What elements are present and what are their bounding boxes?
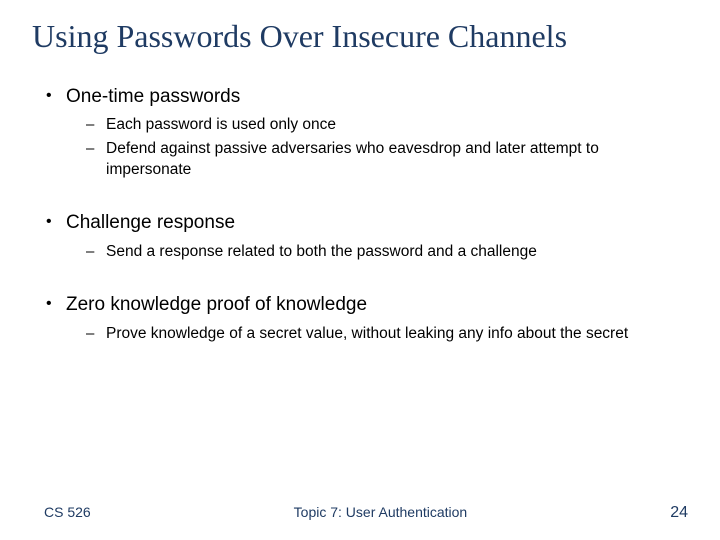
- sub-text: Each password is used only once: [106, 115, 336, 136]
- bullet-text: Zero knowledge proof of knowledge: [66, 293, 367, 318]
- sub-item: – Defend against passive adversaries who…: [86, 139, 678, 181]
- sub-item: – Each password is used only once: [86, 115, 678, 136]
- sub-item: – Prove knowledge of a secret value, wit…: [86, 324, 678, 345]
- sub-text: Defend against passive adversaries who e…: [106, 139, 678, 181]
- sub-marker: –: [86, 324, 106, 344]
- sub-text: Send a response related to both the pass…: [106, 242, 537, 263]
- slide-body: • One-time passwords – Each password is …: [32, 85, 688, 345]
- sub-text: Prove knowledge of a secret value, witho…: [106, 324, 628, 345]
- footer-page-number: 24: [670, 504, 688, 522]
- footer-topic: Topic 7: User Authentication: [91, 504, 671, 520]
- bullet-marker: •: [46, 211, 66, 233]
- slide-title: Using Passwords Over Insecure Channels: [32, 18, 688, 55]
- slide-footer: CS 526 Topic 7: User Authentication 24: [0, 504, 720, 522]
- bullet-item: • One-time passwords: [46, 85, 678, 110]
- bullet-text: One-time passwords: [66, 85, 240, 110]
- bullet-marker: •: [46, 85, 66, 107]
- sub-list: – Prove knowledge of a secret value, wit…: [86, 324, 678, 345]
- sub-marker: –: [86, 139, 106, 159]
- bullet-marker: •: [46, 293, 66, 315]
- sub-item: – Send a response related to both the pa…: [86, 242, 678, 263]
- sub-list: – Each password is used only once – Defe…: [86, 115, 678, 181]
- bullet-item: • Zero knowledge proof of knowledge: [46, 293, 678, 318]
- sub-marker: –: [86, 242, 106, 262]
- sub-marker: –: [86, 115, 106, 135]
- bullet-item: • Challenge response: [46, 211, 678, 236]
- bullet-text: Challenge response: [66, 211, 235, 236]
- footer-course: CS 526: [44, 504, 91, 520]
- sub-list: – Send a response related to both the pa…: [86, 242, 678, 263]
